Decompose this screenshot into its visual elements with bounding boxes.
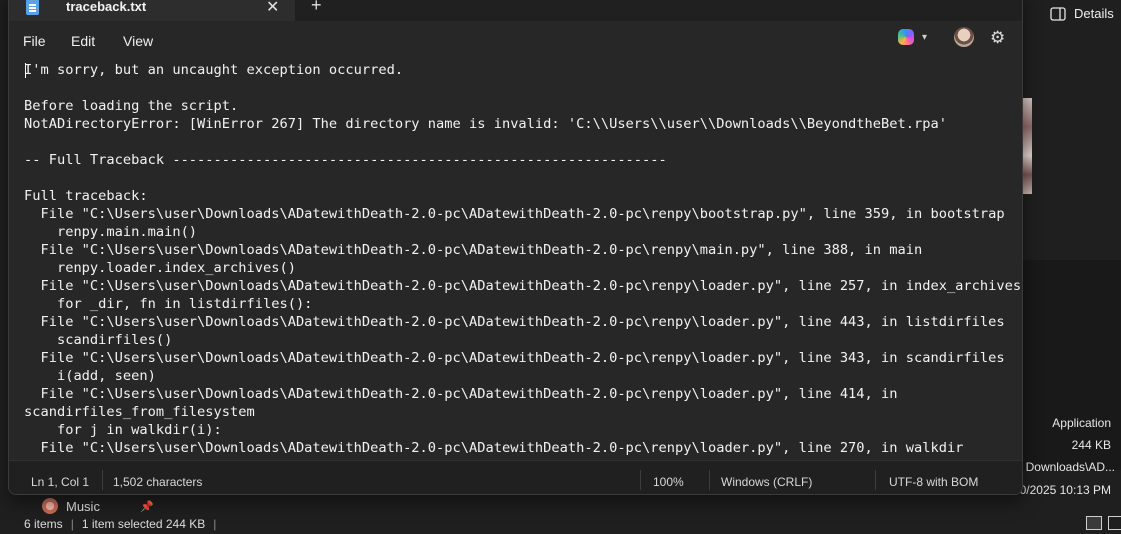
quick-access-label: Music [66,498,100,514]
status-separator: | [70,517,74,531]
notepad-window: traceback.txt ✕ + File Edit View ▾ ⚙ I'm… [8,0,1023,495]
music-folder-icon [42,498,58,514]
file-modified-value: 0/2025 10:13 PM [1019,483,1111,497]
status-divider [875,470,876,490]
file-size-value: 244 KB [1071,438,1111,452]
character-count: 1,502 characters [113,475,203,489]
title-bar: traceback.txt ✕ + [9,0,1022,21]
tiles-view-button[interactable] [1108,516,1121,530]
account-avatar[interactable] [954,27,974,47]
line-ending[interactable]: Windows (CRLF) [721,475,812,489]
explorer-status-bar: 6 items | 1 item selected 244 KB | [24,517,216,531]
menu-view[interactable]: View [123,33,153,49]
items-count: 6 items [24,517,63,531]
status-divider [709,470,710,490]
file-type-value: Application [1052,416,1111,430]
chevron-down-icon: ▾ [922,31,928,43]
new-tab-button[interactable]: + [311,0,322,16]
menu-bar: File Edit View [9,21,1022,55]
tab-traceback[interactable]: traceback.txt ✕ [9,0,295,21]
zoom-level[interactable]: 100% [653,475,684,489]
copilot-button[interactable]: ▾ [898,29,927,45]
tab-title: traceback.txt [66,0,147,14]
details-pane-label: Details [1074,6,1114,21]
status-divider [640,470,641,490]
text-caret [25,63,26,78]
pin-icon: 📌 [139,500,154,513]
status-separator: | [213,517,217,531]
status-divider [102,470,103,490]
document-text[interactable]: I'm sorry, but an uncaught exception occ… [24,61,1021,457]
file-preview-thumbnail [1022,98,1032,194]
details-pane-icon [1050,6,1066,21]
view-toggle-group [1086,516,1121,530]
cursor-position: Ln 1, Col 1 [31,475,90,489]
details-view-button[interactable] [1086,516,1102,530]
menu-edit[interactable]: Edit [71,33,95,49]
text-document-icon [26,0,39,15]
menu-file[interactable]: File [23,33,46,49]
encoding[interactable]: UTF-8 with BOM [889,475,978,489]
navigation-pane-edge [0,40,8,490]
notepad-status-bar: Ln 1, Col 1 1,502 characters 100% Window… [9,460,1022,494]
text-editor-area[interactable]: I'm sorry, but an uncaught exception occ… [9,55,1022,460]
close-tab-icon[interactable]: ✕ [266,0,279,17]
selection-info: 1 item selected 244 KB [81,517,206,531]
details-pane-button[interactable]: Details [1050,6,1114,21]
file-path-value: Downloads\AD... [1025,460,1115,474]
quick-access-item-music[interactable]: Music 📌 [42,498,154,514]
settings-gear-icon[interactable]: ⚙ [990,28,1005,48]
copilot-icon [898,29,914,45]
